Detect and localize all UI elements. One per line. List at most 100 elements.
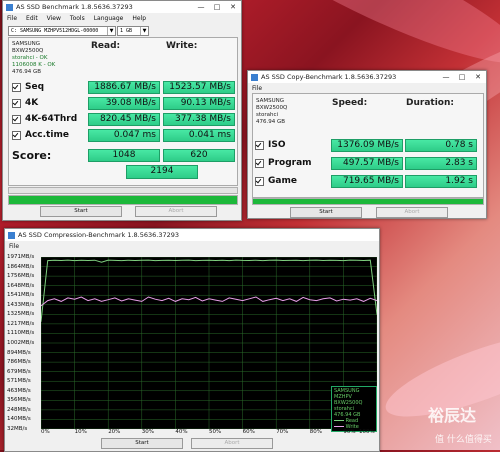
y-tick-label: 248MB/s [7,406,31,413]
speed-header: Speed: [332,98,368,108]
drive-vendor: SAMSUNG [256,98,284,104]
y-tick-label: 1864MB/s [7,263,35,270]
y-tick-label: 679MB/s [7,368,31,375]
menu-file[interactable]: File [9,243,19,250]
window-title: AS SSD Benchmark 1.8.5636.37293 [16,3,133,11]
menu-bar: File Edit View Tools Language Help [3,13,241,23]
checkbox-game[interactable] [255,176,264,186]
close-icon[interactable]: ✕ [225,1,241,13]
iso-speed-value: 1376.09 MB/s [331,139,403,152]
menu-bar: File [5,241,379,251]
menu-tools[interactable]: Tools [70,15,85,22]
x-tick-label: 100% [359,429,375,435]
copy-titlebar[interactable]: AS SSD Copy-Benchmark 1.8.5636.37293 — □… [248,71,486,83]
seq-write-value: 1523.57 MB/s [163,81,235,94]
checkbox-seq[interactable] [12,82,21,92]
row-program[interactable]: Program [255,158,312,168]
minimize-icon[interactable]: — [193,1,209,13]
drive-capacity: 476.94 GB [12,69,42,75]
x-tick-label: 90% [343,429,356,435]
close-icon[interactable]: ✕ [470,71,486,83]
watermark-caption: 值 什么值得买 [435,435,492,445]
x-tick-label: 60% [242,429,255,435]
minimize-icon[interactable]: — [438,71,454,83]
row-iso[interactable]: ISO [255,140,285,150]
checkbox-4k[interactable] [12,98,21,108]
row-4k-64thrd[interactable]: 4K-64Thrd [12,114,77,124]
abort-button[interactable]: Abort [135,206,217,217]
x-tick-label: 10% [74,429,87,435]
menu-language[interactable]: Language [94,15,124,22]
checkbox-iso[interactable] [255,140,264,150]
y-tick-label: 1756MB/s [7,273,35,280]
x-tick-label: 20% [108,429,121,435]
row-label: 4K-64Thrd [25,114,78,124]
alignment-status: 1106008 K - OK [12,62,56,68]
y-tick-label: 786MB/s [7,359,31,366]
menu-bar: File [248,83,486,93]
row-label: 4K [25,98,39,108]
y-tick-label: 356MB/s [7,397,31,404]
row-seq[interactable]: Seq [12,82,44,92]
menu-file[interactable]: File [7,15,17,22]
legend-drive: SAMSUNG MZHPV [334,388,360,400]
chevron-down-icon: ▼ [140,27,148,35]
copy-benchmark-window: AS SSD Copy-Benchmark 1.8.5636.37293 — □… [247,70,487,219]
acc-read-value: 0.047 ms [88,129,160,142]
x-tick-label: 40% [175,429,188,435]
4k64-write-value: 377.38 MB/s [163,113,235,126]
driver-status: storahci - OK [12,55,48,61]
iso-duration-value: 0.78 s [405,139,477,152]
menu-edit[interactable]: Edit [26,15,38,22]
drive-info: SAMSUNG BXW2500Q storahci - OK 1106008 K… [12,41,55,76]
benchmark-titlebar[interactable]: AS SSD Benchmark 1.8.5636.37293 — □ ✕ [3,1,241,13]
checkbox-acc-time[interactable] [12,130,21,140]
x-tick-label: 80% [309,429,323,435]
app-icon [251,73,258,81]
4k-read-value: 39.08 MB/s [88,97,160,110]
row-4k[interactable]: 4K [12,98,38,108]
row-label: Game [268,176,297,186]
window-title: AS SSD Compression-Benchmark 1.8.5636.37… [18,231,180,239]
y-tick-label: 894MB/s [7,349,31,356]
size-select[interactable]: 1 GB ▼ [117,26,149,36]
window-title: AS SSD Copy-Benchmark 1.8.5636.37293 [261,73,397,81]
menu-view[interactable]: View [47,15,61,22]
start-button[interactable]: Start [40,206,122,217]
y-tick-label: 571MB/s [7,378,31,385]
row-game[interactable]: Game [255,176,297,186]
compression-plot: SAMSUNG MZHPV BXW2500Q storahci 476.94 G… [40,256,378,432]
y-tick-label: 463MB/s [7,387,31,394]
menu-file[interactable]: File [252,85,262,92]
row-label: Program [268,158,312,168]
row-acc-time[interactable]: Acc.time [12,130,69,140]
y-tick-label: 1002MB/s [7,340,35,346]
game-speed-value: 719.65 MB/s [331,175,403,188]
checkbox-program[interactable] [255,158,264,168]
drive-select[interactable]: C: SAMSUNG MZHPV512HDGL-00000 ▼ [8,26,116,36]
drive-firmware: BXW2500Q [12,48,44,54]
score-total: 2194 [126,165,198,179]
duration-header: Duration: [406,98,454,108]
benchmark-progress [8,187,238,194]
x-tick-label: 70% [276,429,289,435]
drive-capacity: 476.94 GB [256,119,286,125]
compression-benchmark-window: AS SSD Compression-Benchmark 1.8.5636.37… [4,228,380,452]
y-tick-label: 1217MB/s [7,320,35,327]
compression-chart [40,256,378,430]
drive-vendor: SAMSUNG [12,41,40,47]
4k64-read-value: 820.45 MB/s [88,113,160,126]
maximize-icon[interactable]: □ [209,1,225,13]
abort-button[interactable]: Abort [376,207,448,218]
menu-help[interactable]: Help [132,15,146,22]
driver-status: storahci [256,112,279,118]
y-tick-label: 1648MB/s [7,282,35,289]
start-button[interactable]: Start [290,207,362,218]
abort-button[interactable]: Abort [191,438,273,449]
maximize-icon[interactable]: □ [454,71,470,83]
compression-titlebar[interactable]: AS SSD Compression-Benchmark 1.8.5636.37… [5,229,379,241]
y-tick-label: 140MB/s [7,416,31,423]
checkbox-4k-64thrd[interactable] [12,114,21,124]
start-button[interactable]: Start [101,438,183,449]
copy-drive-info: SAMSUNG BXW2500Q storahci 476.94 GB [256,98,287,126]
